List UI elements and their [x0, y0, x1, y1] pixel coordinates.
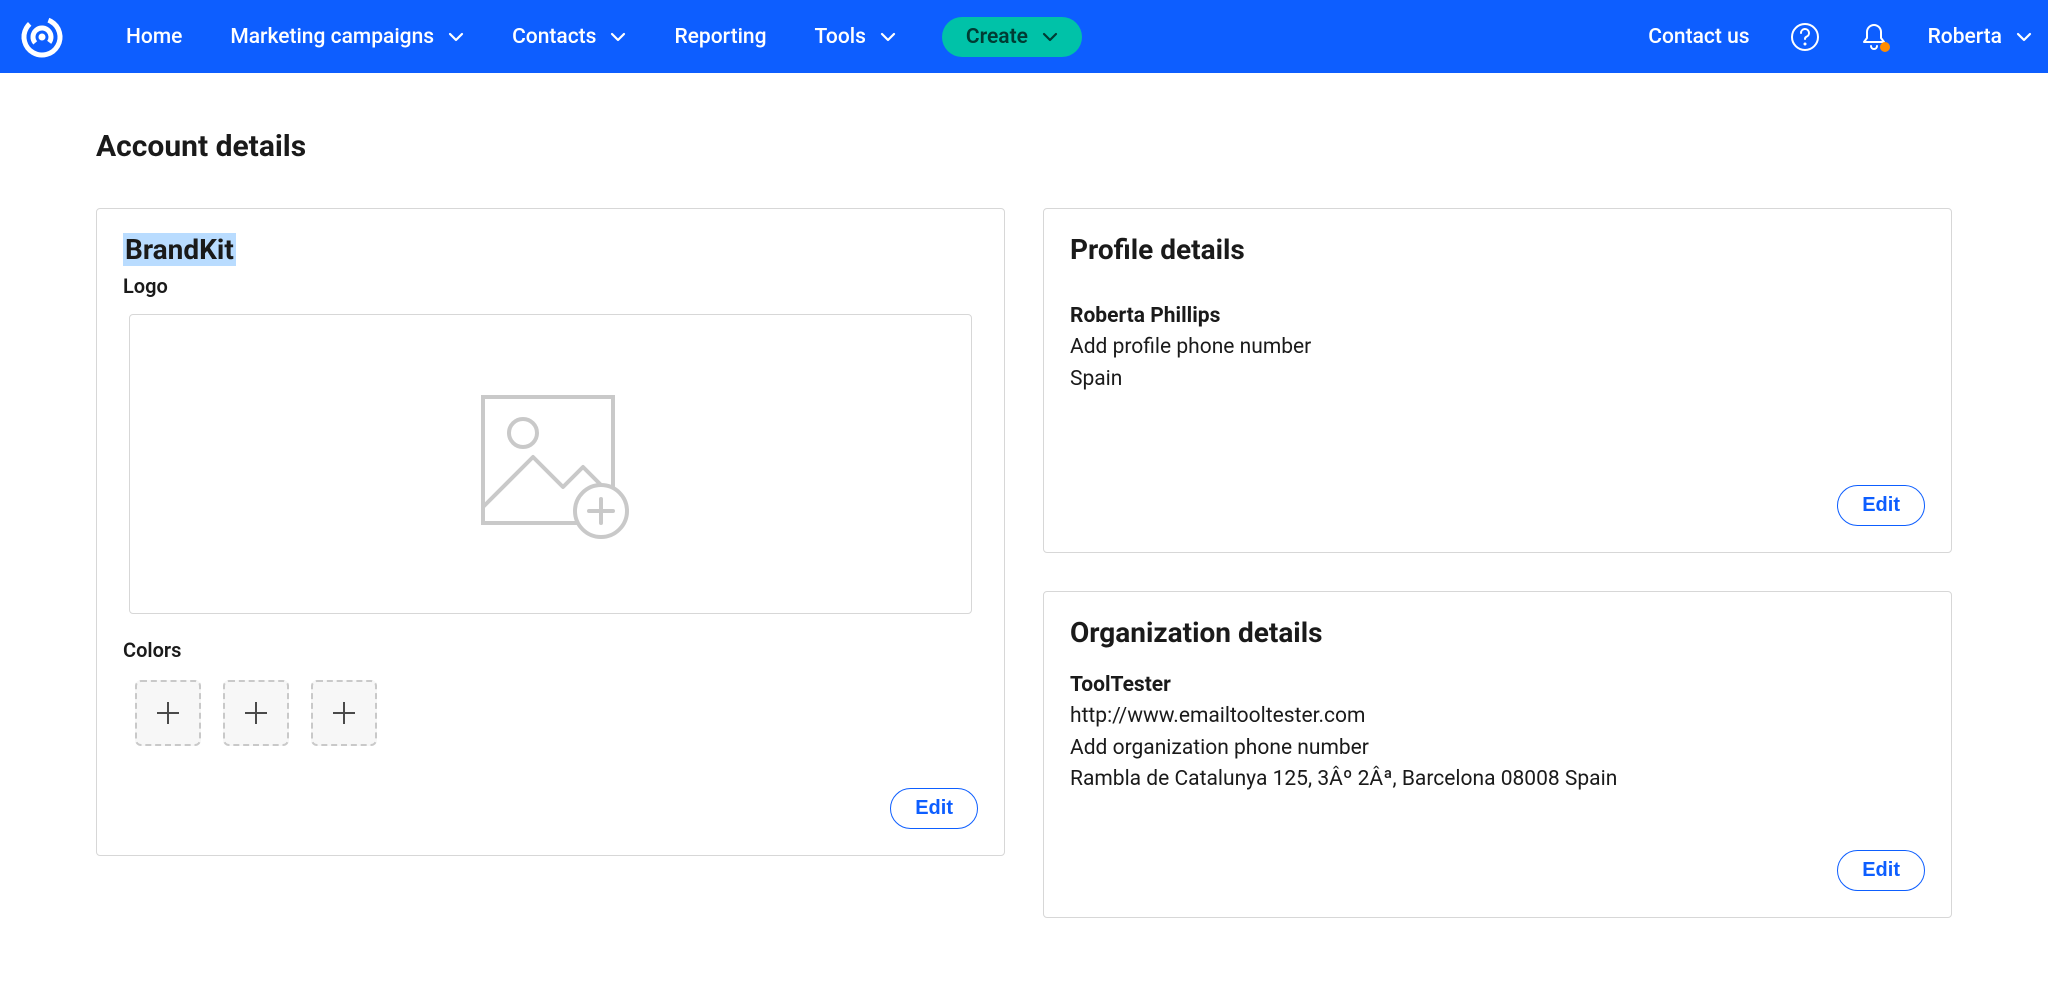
add-color-swatch-1[interactable] — [135, 680, 201, 746]
help-button[interactable] — [1790, 22, 1820, 52]
organization-url: http://www.emailtooltester.com — [1070, 701, 1925, 733]
nav-reporting[interactable]: Reporting — [650, 25, 790, 49]
create-label: Create — [966, 25, 1028, 49]
app-logo[interactable] — [12, 7, 72, 67]
plus-icon — [155, 700, 181, 726]
profile-edit-button[interactable]: Edit — [1837, 485, 1925, 526]
chevron-down-icon — [610, 32, 626, 42]
chevron-down-icon — [448, 32, 464, 42]
organization-card: Organization details ToolTester http://w… — [1043, 591, 1952, 918]
chevron-down-icon — [1042, 32, 1058, 42]
organization-details: ToolTester http://www.emailtooltester.co… — [1070, 673, 1925, 796]
notification-dot — [1880, 42, 1890, 52]
image-placeholder-icon — [471, 389, 631, 539]
profile-footer: Edit — [1070, 485, 1925, 526]
nav-marketing-label: Marketing campaigns — [230, 25, 434, 49]
add-color-swatch-2[interactable] — [223, 680, 289, 746]
page-title: Account details — [96, 129, 1952, 164]
user-name: Roberta — [1928, 25, 2002, 49]
color-swatches — [135, 680, 978, 746]
plus-icon — [331, 700, 357, 726]
nav-tools-label: Tools — [815, 25, 866, 49]
logo-label: Logo — [123, 274, 978, 298]
profile-country: Spain — [1070, 364, 1925, 396]
cards-grid: BrandKit Logo Colors — [96, 208, 1952, 918]
brandkit-card: BrandKit Logo Colors — [96, 208, 1005, 856]
help-icon — [1790, 22, 1820, 52]
organization-edit-button[interactable]: Edit — [1837, 850, 1925, 891]
nav-contacts[interactable]: Contacts — [488, 25, 650, 49]
nav-reporting-label: Reporting — [674, 25, 766, 49]
brandkit-title: BrandKit — [123, 233, 978, 266]
organization-name: ToolTester — [1070, 673, 1925, 697]
profile-details: Roberta Phillips Add profile phone numbe… — [1070, 304, 1925, 395]
nav-home[interactable]: Home — [102, 25, 206, 49]
colors-label: Colors — [123, 638, 978, 662]
nav-home-label: Home — [126, 25, 182, 49]
nav-right: Contact us Roberta — [1648, 22, 2032, 52]
logo-upload-dropzone[interactable] — [129, 314, 972, 614]
organization-address: Rambla de Catalunya 125, 3Âº 2Âª, Barcel… — [1070, 764, 1925, 796]
brandkit-edit-button[interactable]: Edit — [890, 788, 978, 829]
brandkit-footer: Edit — [123, 788, 978, 829]
nav-contact-us-label: Contact us — [1648, 25, 1749, 49]
page-content: Account details BrandKit Logo — [0, 73, 2048, 958]
organization-footer: Edit — [1070, 850, 1925, 891]
nav-tools[interactable]: Tools — [791, 25, 920, 49]
top-nav: Home Marketing campaigns Contacts Report… — [0, 0, 2048, 73]
nav-left: Home Marketing campaigns Contacts Report… — [102, 17, 1082, 57]
profile-phone: Add profile phone number — [1070, 332, 1925, 364]
nav-contact-us[interactable]: Contact us — [1648, 25, 1749, 49]
chevron-down-icon — [2016, 32, 2032, 42]
add-color-swatch-3[interactable] — [311, 680, 377, 746]
profile-title: Profile details — [1070, 233, 1925, 266]
left-column: BrandKit Logo Colors — [96, 208, 1005, 918]
create-button[interactable]: Create — [942, 17, 1082, 57]
organization-phone: Add organization phone number — [1070, 733, 1925, 765]
profile-card: Profile details Roberta Phillips Add pro… — [1043, 208, 1952, 553]
user-menu[interactable]: Roberta — [1928, 25, 2032, 49]
right-column: Profile details Roberta Phillips Add pro… — [1043, 208, 1952, 918]
chevron-down-icon — [880, 32, 896, 42]
profile-name: Roberta Phillips — [1070, 304, 1925, 328]
logo-icon — [20, 15, 64, 59]
nav-contacts-label: Contacts — [512, 25, 596, 49]
brandkit-title-text: BrandKit — [123, 233, 236, 266]
notifications-button[interactable] — [1860, 22, 1888, 52]
organization-title: Organization details — [1070, 616, 1925, 649]
nav-marketing[interactable]: Marketing campaigns — [206, 25, 488, 49]
plus-icon — [243, 700, 269, 726]
